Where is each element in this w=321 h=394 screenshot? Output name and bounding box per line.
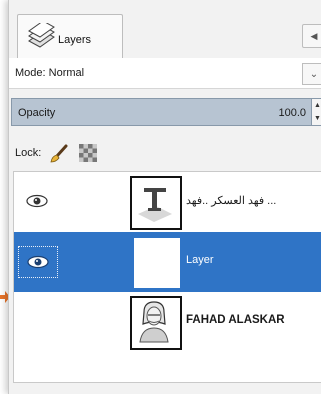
layer-name: FAHAD ALASKAR [186,314,285,326]
lock-alpha-checker-icon[interactable] [79,144,97,162]
opacity-slider[interactable]: Opacity 100.0 [11,98,313,126]
layers-list: فهد العسكر ..فهد ... Layer FAHAD ALASKAR [13,171,321,383]
layers-icon [28,23,55,48]
visibility-toggle[interactable] [18,246,58,278]
opacity-row: Opacity 100.0 ▲ ▼ [11,96,321,126]
opacity-label: Opacity [18,107,56,119]
eye-icon [27,255,49,269]
spin-down-icon[interactable]: ▼ [312,112,321,125]
layer-row[interactable]: فهد العسكر ..فهد ... [14,172,321,232]
tab-layers[interactable]: Layers [17,14,123,59]
layer-thumbnail [130,296,182,350]
triangle-left-icon: ◀ [310,30,318,41]
mode-select[interactable]: Mode: Normal [15,67,84,79]
layer-thumbnail [132,236,182,290]
tab-bar: Layers ◀ [9,0,321,59]
layer-thumbnail [130,176,182,230]
mode-row: Mode: Normal ⌄ [9,58,321,89]
lock-row: Lock: [9,136,321,170]
mode-dropdown-button[interactable]: ⌄ [302,63,321,85]
layer-row-selected[interactable]: Layer [14,232,321,292]
spin-up-icon[interactable]: ▲ [312,99,321,112]
text-layer-icon [138,188,172,222]
visibility-toggle[interactable] [18,186,56,216]
visibility-toggle[interactable] [18,306,56,336]
opacity-spinner[interactable]: ▲ ▼ [311,98,321,126]
chevron-down-icon: ⌄ [309,68,319,80]
layer-name: Layer [186,254,214,266]
tab-scroll-button[interactable]: ◀ [302,24,321,48]
portrait-sketch-icon [139,301,169,343]
lock-pixels-brush-icon[interactable] [49,144,69,164]
eye-icon [26,194,48,208]
lock-label: Lock: [15,147,42,159]
tab-label: Layers [58,34,92,46]
layer-row[interactable]: FAHAD ALASKAR [14,292,321,352]
layers-panel: Layers ◀ Mode: Normal ⌄ Opacity 100.0 ▲ … [8,0,321,394]
opacity-value: 100.0 [278,107,306,119]
layer-name: فهد العسكر ..فهد ... [186,195,277,207]
